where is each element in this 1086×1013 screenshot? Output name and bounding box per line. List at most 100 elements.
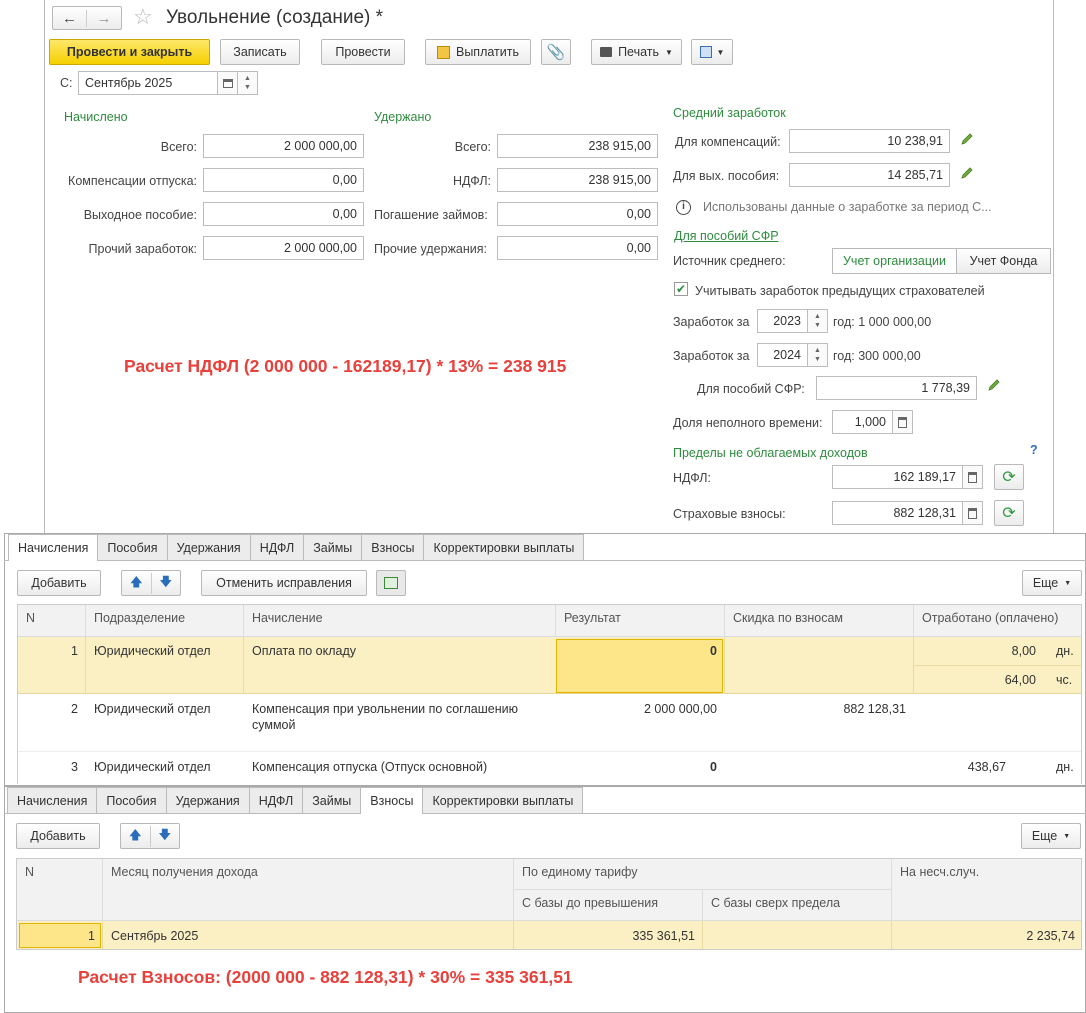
col-n[interactable]: N: [18, 605, 86, 637]
calculator-icon[interactable]: [963, 501, 983, 525]
other-withholdings-field[interactable]: 0,00: [497, 236, 658, 260]
col-accident[interactable]: На несч.случ.: [892, 859, 1081, 921]
post-and-close-button[interactable]: Провести и закрыть: [49, 39, 210, 65]
move-down-icon[interactable]: 🡇: [151, 826, 180, 847]
back-arrow-icon[interactable]: ←: [53, 9, 87, 27]
other-withholdings-label: Прочие удержания:: [374, 242, 488, 256]
calendar-icon[interactable]: [218, 71, 238, 95]
row1-n: 1: [71, 644, 78, 658]
accrued-total-field[interactable]: 2 000 000,00: [203, 134, 364, 158]
move-up-icon[interactable]: 🡅: [122, 572, 152, 594]
calculator-icon[interactable]: [893, 410, 913, 434]
other-earnings-field[interactable]: 2 000 000,00: [203, 236, 364, 260]
row3-unit: дн.: [1056, 760, 1074, 774]
tab-withholdings[interactable]: Удержания: [165, 787, 250, 813]
add-button[interactable]: Добавить: [16, 823, 100, 849]
tab-accruals[interactable]: Начисления: [7, 787, 98, 813]
period-field[interactable]: Сентябрь 2025: [78, 71, 218, 95]
row1-accrual: Оплата по окладу: [252, 644, 357, 658]
loans-label: Погашение займов:: [374, 208, 488, 222]
period-label: С:: [60, 76, 73, 90]
year2-field[interactable]: 2024: [757, 343, 808, 367]
calculator-icon[interactable]: [963, 465, 983, 489]
cancel-corrections-button[interactable]: Отменить исправления: [201, 570, 367, 596]
ins-calc-annotation: Расчет Взносов: (2000 000 - 882 128,31) …: [78, 967, 573, 987]
year2-spinner[interactable]: ▲ ▼: [808, 343, 828, 367]
tab-accruals[interactable]: Начисления: [8, 534, 99, 561]
favorite-star-icon[interactable]: ☆: [133, 4, 153, 30]
create-based-on-button[interactable]: ▼: [691, 39, 733, 65]
col-base-under[interactable]: С базы до превышения: [514, 890, 703, 921]
tab-loans[interactable]: Займы: [303, 534, 363, 560]
move-up-icon[interactable]: 🡅: [121, 825, 151, 847]
period-spinner[interactable]: ▲ ▼: [238, 71, 258, 95]
print-button[interactable]: Печать ▼: [591, 39, 682, 65]
tab-contributions[interactable]: Взносы: [361, 534, 425, 560]
tab-withholdings[interactable]: Удержания: [166, 534, 251, 560]
limits-header: Пределы не облагаемых доходов: [673, 446, 868, 460]
help-icon[interactable]: ?: [1030, 443, 1038, 457]
col-accrual[interactable]: Начисление: [244, 605, 556, 637]
prev-employers-checkbox[interactable]: ✔: [674, 282, 688, 296]
source-org-toggle[interactable]: Учет организации: [832, 248, 957, 274]
move-down-icon[interactable]: 🡇: [152, 573, 181, 594]
row1-worked-hours: 64,00: [1004, 673, 1036, 687]
year2-amount: год: 300 000,00: [833, 349, 921, 363]
row1-result: 0: [710, 644, 717, 658]
tab-ndfl[interactable]: НДФЛ: [248, 787, 304, 813]
earnings-year1-label: Заработок за: [673, 315, 750, 329]
edit-pencil-icon[interactable]: [960, 132, 974, 146]
source-fund-toggle[interactable]: Учет Фонда: [956, 248, 1051, 274]
year1-field[interactable]: 2023: [757, 309, 808, 333]
parttime-field[interactable]: 1,000: [832, 410, 893, 434]
post-button[interactable]: Провести: [321, 39, 405, 65]
col-result[interactable]: Результат: [556, 605, 725, 637]
tab-contributions[interactable]: Взносы: [360, 787, 424, 814]
add-button[interactable]: Добавить: [17, 570, 101, 596]
table-settings-button[interactable]: [376, 570, 406, 596]
col-single-tariff[interactable]: По единому тарифу: [514, 859, 892, 890]
sfr-benefits-link[interactable]: Для пособий СФР: [674, 229, 779, 243]
refresh-icon[interactable]: ⟳: [994, 500, 1024, 526]
year1-spinner[interactable]: ▲ ▼: [808, 309, 828, 333]
tab-payment-corrections[interactable]: Корректировки выплаты: [423, 534, 585, 560]
row3-accrual: Компенсация отпуска (Отпуск основной): [252, 760, 488, 774]
vacation-comp-field[interactable]: 0,00: [203, 168, 364, 192]
attach-button[interactable]: 📎: [541, 39, 571, 65]
col-income-month[interactable]: Месяц получения дохода: [103, 859, 514, 921]
accruals-table: N Подразделение Начисление Результат Ски…: [17, 604, 1082, 784]
chevron-down-icon: ▼: [1063, 832, 1071, 840]
ndfl-label: НДФЛ:: [453, 174, 491, 188]
col-base-over[interactable]: С базы сверх предела: [703, 890, 892, 921]
move-buttons: 🡅 🡇: [120, 823, 180, 849]
col-discount[interactable]: Скидка по взносам: [725, 605, 914, 637]
tab-payment-corrections[interactable]: Корректировки выплаты: [422, 787, 584, 813]
ndfl-field[interactable]: 238 915,00: [497, 168, 658, 192]
tab-benefits[interactable]: Пособия: [97, 534, 168, 560]
edit-pencil-icon[interactable]: [960, 166, 974, 180]
save-button[interactable]: Записать: [220, 39, 300, 65]
forward-arrow-icon[interactable]: →: [87, 10, 121, 27]
withheld-total-field[interactable]: 238 915,00: [497, 134, 658, 158]
limit-ndfl-field[interactable]: 162 189,17: [832, 465, 963, 489]
edit-pencil-icon[interactable]: [987, 378, 1001, 392]
sfr-avg-field[interactable]: 1 778,39: [816, 376, 977, 400]
col-worked[interactable]: Отработано (оплачено): [914, 605, 1081, 637]
tab-benefits[interactable]: Пособия: [96, 787, 167, 813]
loans-field[interactable]: 0,00: [497, 202, 658, 226]
col-n[interactable]: N: [17, 859, 103, 921]
source-label: Источник среднего:: [673, 254, 786, 268]
more-button[interactable]: Еще ▼: [1021, 823, 1081, 849]
refresh-icon[interactable]: ⟳: [994, 464, 1024, 490]
tab-loans[interactable]: Займы: [302, 787, 362, 813]
severance-field[interactable]: 0,00: [203, 202, 364, 226]
limit-ins-field[interactable]: 882 128,31: [832, 501, 963, 525]
parttime-label: Доля неполного времени:: [673, 416, 823, 430]
avg-sev-field[interactable]: 14 285,71: [789, 163, 950, 187]
pay-button[interactable]: Выплатить: [425, 39, 531, 65]
more-button[interactable]: Еще ▼: [1022, 570, 1082, 596]
col-department[interactable]: Подразделение: [86, 605, 244, 637]
avg-comp-field[interactable]: 10 238,91: [789, 129, 950, 153]
tab-ndfl[interactable]: НДФЛ: [249, 534, 305, 560]
row3-dept: Юридический отдел: [94, 760, 211, 774]
